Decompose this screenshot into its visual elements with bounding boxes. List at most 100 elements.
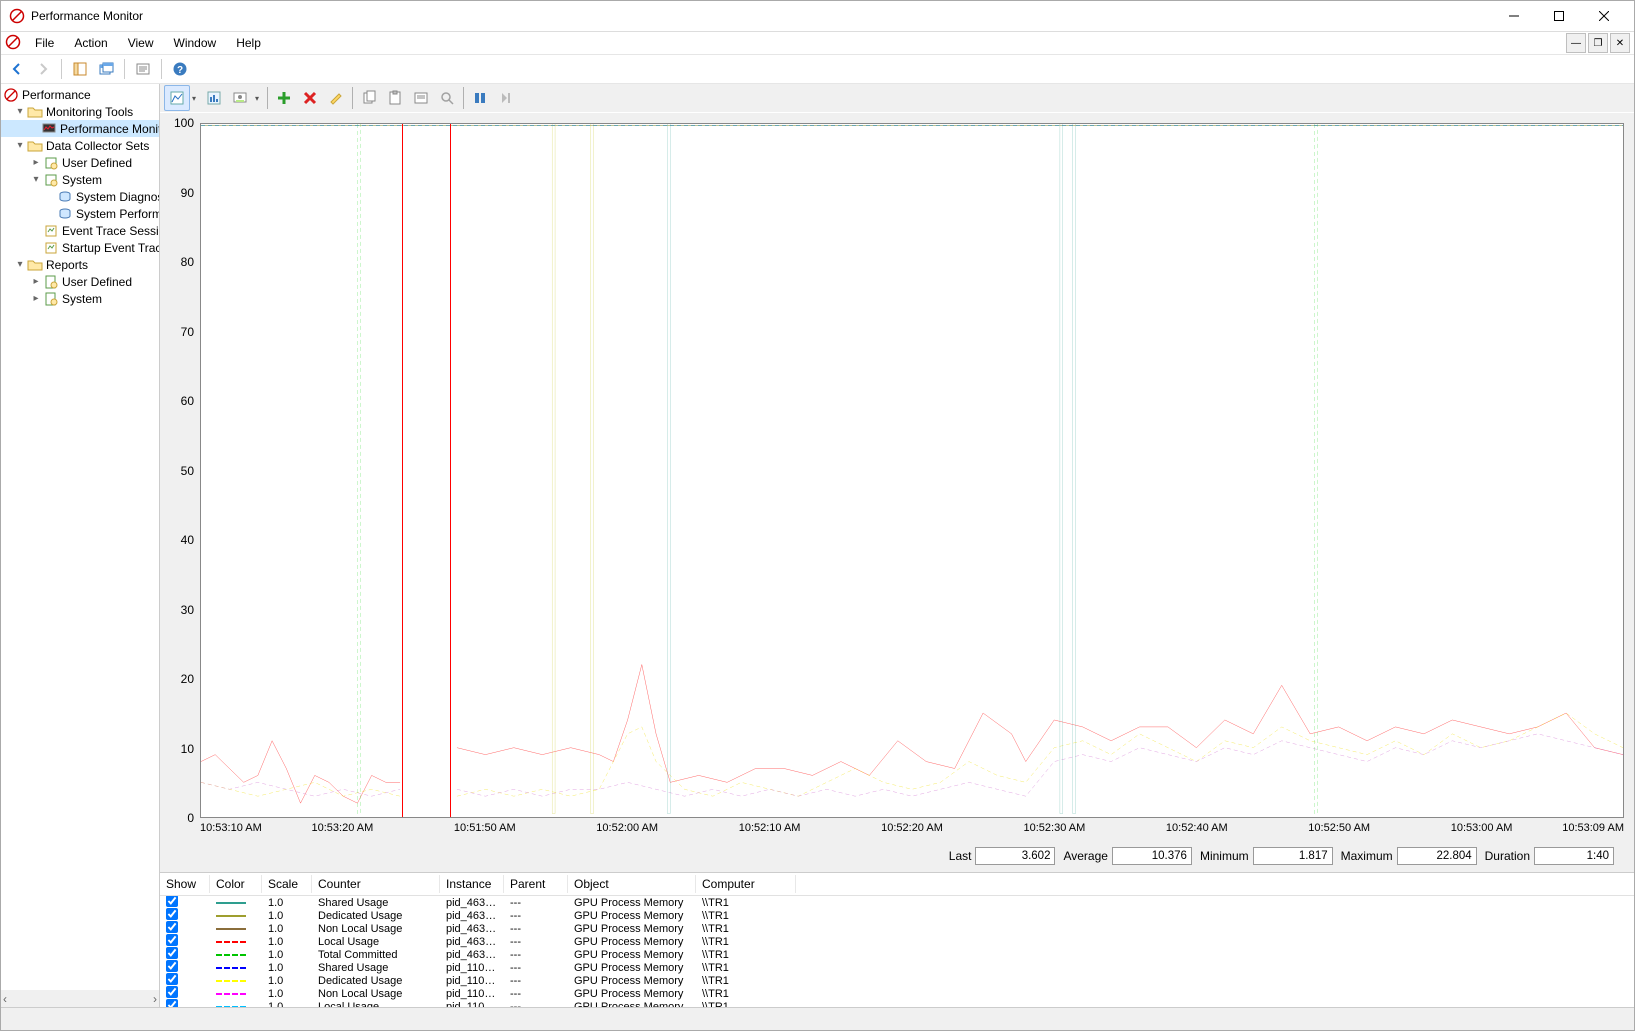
freeze-icon[interactable] — [467, 85, 493, 111]
display-type-icon[interactable] — [201, 85, 227, 111]
paste-icon[interactable] — [382, 85, 408, 111]
x-tick: 10:51:50 AM — [454, 822, 516, 834]
tree-reports-user-defined[interactable]: ▸ User Defined — [1, 273, 159, 290]
color-swatch — [216, 980, 246, 982]
properties-icon[interactable] — [408, 85, 434, 111]
mdi-minimize-button[interactable]: — — [1566, 33, 1586, 53]
save-dropdown-icon[interactable]: ▾ — [253, 94, 261, 103]
save-icon[interactable] — [227, 85, 253, 111]
y-tick: 40 — [181, 533, 194, 547]
tree-hscroll[interactable]: ‹› — [1, 990, 159, 1007]
plot-area[interactable] — [200, 123, 1624, 818]
disk-icon — [57, 206, 73, 222]
tree-system-diagnostics[interactable]: System Diagnostics — [1, 188, 159, 205]
maximize-button[interactable] — [1536, 1, 1581, 31]
mdi-app-icon[interactable] — [5, 34, 21, 53]
minimum-value: 1.817 — [1253, 847, 1333, 865]
add-counter-icon[interactable] — [271, 85, 297, 111]
menu-help[interactable]: Help — [226, 34, 271, 52]
x-tick: 10:52:40 AM — [1166, 822, 1228, 834]
tree-data-collector-sets[interactable]: ▾ Data Collector Sets — [1, 137, 159, 154]
close-button[interactable] — [1581, 1, 1626, 31]
status-bar — [1, 1007, 1634, 1030]
copy-icon[interactable] — [356, 85, 382, 111]
help-icon[interactable]: ? — [168, 57, 192, 81]
minimize-button[interactable] — [1491, 1, 1536, 31]
cell-object: GPU Process Memory — [568, 999, 696, 1008]
tree-system-performance[interactable]: System Performance — [1, 205, 159, 222]
tree-startup-ets[interactable]: Startup Event Trace Sessions — [1, 239, 159, 256]
expand-icon[interactable]: ▸ — [29, 156, 43, 170]
window-title: Performance Monitor — [31, 9, 1491, 23]
col-object[interactable]: Object — [568, 875, 696, 893]
col-computer[interactable]: Computer — [696, 875, 796, 893]
show-checkbox[interactable] — [166, 999, 178, 1007]
console-tree[interactable]: Performance ▾ Monitoring Tools Performan… — [1, 84, 160, 1007]
tree-monitoring-tools[interactable]: ▾ Monitoring Tools — [1, 103, 159, 120]
properties-icon[interactable] — [131, 57, 155, 81]
x-tick: 10:52:50 AM — [1308, 822, 1370, 834]
tree-reports[interactable]: ▾ Reports — [1, 256, 159, 273]
chart[interactable]: 0102030405060708090100 10:53:10 AM10:53:… — [160, 113, 1634, 872]
tree-root[interactable]: Performance — [1, 86, 159, 103]
view-dropdown-icon[interactable]: ▾ — [190, 94, 198, 103]
ets-icon — [43, 223, 59, 239]
cursor-line — [402, 124, 403, 817]
counters-table[interactable]: Show Color Scale Counter Instance Parent… — [160, 872, 1634, 1007]
col-counter[interactable]: Counter — [312, 875, 440, 893]
menu-file[interactable]: File — [25, 34, 64, 52]
cell-instance: pid_1108_l... — [440, 999, 504, 1008]
x-tick: 10:52:30 AM — [1024, 822, 1086, 834]
col-show[interactable]: Show — [160, 875, 210, 893]
col-color[interactable]: Color — [210, 875, 262, 893]
y-tick: 70 — [181, 325, 194, 339]
back-button[interactable] — [5, 57, 29, 81]
collapse-icon[interactable]: ▾ — [13, 105, 27, 119]
collapse-icon[interactable]: ▾ — [13, 258, 27, 272]
mdi-close-button[interactable]: ✕ — [1610, 33, 1630, 53]
menu-action[interactable]: Action — [64, 34, 117, 52]
average-label: Average — [1063, 849, 1107, 863]
expand-icon[interactable]: ▸ — [29, 292, 43, 306]
collapse-icon[interactable]: ▾ — [29, 173, 43, 187]
monitor-icon — [41, 121, 57, 137]
highlight-icon[interactable] — [323, 85, 349, 111]
table-row[interactable]: 1.0Local Usagepid_1108_l...---GPU Proces… — [160, 1000, 1634, 1007]
menu-window[interactable]: Window — [164, 34, 227, 52]
duration-label: Duration — [1485, 849, 1530, 863]
collapse-icon[interactable]: ▾ — [13, 139, 27, 153]
color-swatch — [216, 993, 246, 995]
tree-reports-system[interactable]: ▸ System — [1, 290, 159, 307]
color-swatch — [216, 941, 246, 943]
table-header[interactable]: Show Color Scale Counter Instance Parent… — [160, 873, 1634, 896]
folder-icon — [27, 104, 43, 120]
menu-view[interactable]: View — [118, 34, 164, 52]
delete-counter-icon[interactable] — [297, 85, 323, 111]
forward-button[interactable] — [31, 57, 55, 81]
cell-computer: \\TR1 — [696, 999, 796, 1008]
update-icon[interactable] — [493, 85, 519, 111]
y-tick: 50 — [181, 464, 194, 478]
view-graph-icon[interactable] — [164, 85, 190, 111]
titlebar[interactable]: Performance Monitor — [1, 1, 1634, 32]
tree-event-trace-sessions[interactable]: Event Trace Sessions — [1, 222, 159, 239]
col-parent[interactable]: Parent — [504, 875, 568, 893]
col-instance[interactable]: Instance — [440, 875, 504, 893]
cell-parent: --- — [504, 999, 568, 1008]
tree-dcs-user-defined[interactable]: ▸ User Defined — [1, 154, 159, 171]
zoom-icon[interactable] — [434, 85, 460, 111]
cell-counter: Local Usage — [312, 999, 440, 1008]
folder-icon — [27, 257, 43, 273]
wrap-line — [450, 124, 451, 817]
average-value: 10.376 — [1112, 847, 1192, 865]
expand-icon[interactable]: ▸ — [29, 275, 43, 289]
new-window-icon[interactable] — [94, 57, 118, 81]
svg-text:?: ? — [177, 65, 183, 76]
tree-dcs-system[interactable]: ▾ System — [1, 171, 159, 188]
y-tick: 80 — [181, 255, 194, 269]
col-scale[interactable]: Scale — [262, 875, 312, 893]
mdi-restore-button[interactable]: ❐ — [1588, 33, 1608, 53]
tree-performance-monitor[interactable]: Performance Monitor — [1, 120, 159, 137]
show-hide-console-tree-icon[interactable] — [68, 57, 92, 81]
cell-scale: 1.0 — [262, 999, 312, 1008]
